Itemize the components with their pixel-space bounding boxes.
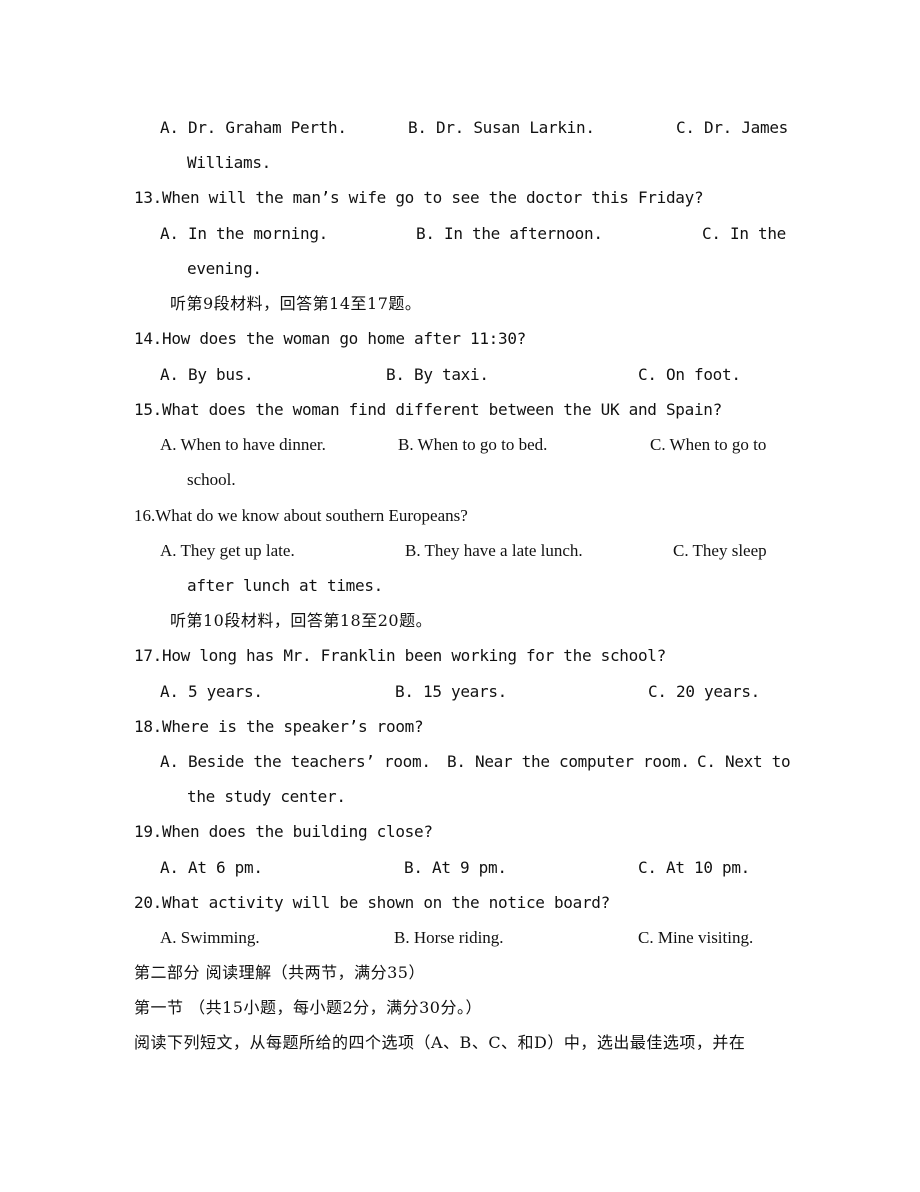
q17-option-c: C. 20 years. — [648, 682, 760, 701]
q12-option-b: B. Dr. Susan Larkin. — [408, 118, 595, 137]
q12-option-c-continued: Williams. — [187, 153, 271, 172]
q13-option-c: C. In the — [702, 224, 786, 243]
q16-option-a: A. They get up late. — [160, 541, 295, 560]
q16-option-c: C. They sleep — [673, 541, 767, 560]
q14-question: 14.How does the woman go home after 11:3… — [134, 329, 526, 348]
q19-question: 19.When does the building close? — [134, 822, 433, 841]
q19-option-c: C. At 10 pm. — [638, 858, 750, 877]
q18-option-c: C. Next to — [697, 752, 791, 771]
q13-question: 13.When will the man’s wife go to see th… — [134, 188, 704, 207]
q17-question: 17.How long has Mr. Franklin been workin… — [134, 646, 666, 665]
q14-option-c: C. On foot. — [638, 365, 741, 384]
q12-option-c: C. Dr. James — [676, 118, 788, 137]
q13-option-a: A. In the morning. — [160, 224, 328, 243]
q18-option-a: A. Beside the teachers’ room. — [160, 752, 431, 771]
q17-option-b: B. 15 years. — [395, 682, 507, 701]
section-9-instruction: 听第9段材料，回答第14至17题。 — [170, 294, 422, 313]
q15-option-a: A. When to have dinner. — [160, 435, 326, 454]
q19-option-b: B. At 9 pm. — [404, 858, 507, 877]
q15-option-c-continued: school. — [187, 470, 236, 489]
part-2-heading: 第二部分 阅读理解（共两节，满分35） — [134, 963, 425, 982]
reading-instructions: 阅读下列短文，从每题所给的四个选项（A、B、C、和D）中，选出最佳选项，并在 — [134, 1033, 746, 1052]
q15-option-b: B. When to go to bed. — [398, 435, 548, 454]
q18-option-b: B. Near the computer room. — [447, 752, 690, 771]
section-10-instruction: 听第10段材料，回答第18至20题。 — [170, 611, 433, 630]
q20-option-b: B. Horse riding. — [394, 928, 504, 947]
q16-question: 16.What do we know about southern Europe… — [134, 506, 468, 525]
q15-option-c: C. When to go to — [650, 435, 767, 454]
q20-question: 20.What activity will be shown on the no… — [134, 893, 610, 912]
q19-option-a: A. At 6 pm. — [160, 858, 263, 877]
q20-option-c: C. Mine visiting. — [638, 928, 754, 947]
section-1-heading: 第一节 （共15小题，每小题2分，满分30分。） — [134, 998, 482, 1017]
exam-page: A. Dr. Graham Perth. B. Dr. Susan Larkin… — [0, 0, 920, 1192]
q15-question: 15.What does the woman find different be… — [134, 400, 722, 419]
q14-option-b: B. By taxi. — [386, 365, 489, 384]
q20-option-a: A. Swimming. — [160, 928, 260, 947]
q13-option-c-continued: evening. — [187, 259, 262, 278]
q18-question: 18.Where is the speaker’s room? — [134, 717, 424, 736]
q14-option-a: A. By bus. — [160, 365, 254, 384]
q16-option-b: B. They have a late lunch. — [405, 541, 583, 560]
q12-option-a: A. Dr. Graham Perth. — [160, 118, 347, 137]
q13-option-b: B. In the afternoon. — [416, 224, 603, 243]
q18-option-c-continued: the study center. — [187, 787, 346, 806]
q16-option-c-continued: after lunch at times. — [187, 576, 383, 595]
q17-option-a: A. 5 years. — [160, 682, 263, 701]
